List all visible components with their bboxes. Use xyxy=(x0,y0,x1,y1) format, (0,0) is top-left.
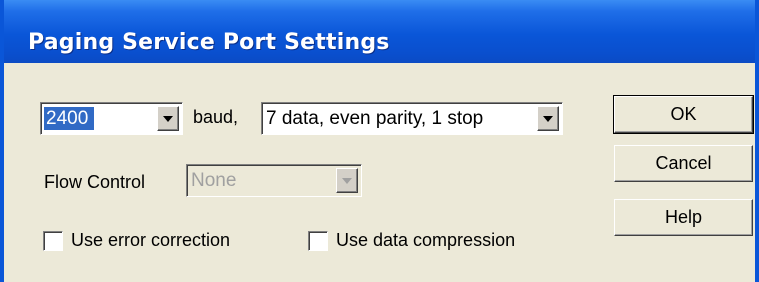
help-button[interactable]: Help xyxy=(614,199,753,236)
port-settings-dialog: Paging Service Port Settings 2400 baud, … xyxy=(0,0,759,282)
ok-button[interactable]: OK xyxy=(613,95,754,134)
chevron-down-icon xyxy=(336,168,358,193)
data-format-value: 7 data, even parity, 1 stop xyxy=(266,108,484,129)
error-correction-label[interactable]: Use error correction xyxy=(71,230,230,251)
title-bar[interactable]: Paging Service Port Settings xyxy=(4,0,755,63)
baud-rate-value: 2400 xyxy=(44,107,95,130)
error-correction-checkbox[interactable] xyxy=(43,231,63,251)
flow-control-label: Flow Control xyxy=(44,172,146,192)
cancel-button[interactable]: Cancel xyxy=(614,145,753,182)
chevron-down-icon[interactable] xyxy=(537,106,559,131)
baud-label: baud, xyxy=(193,107,239,127)
flow-control-combo[interactable]: None xyxy=(186,164,362,197)
data-compression-checkbox[interactable] xyxy=(308,231,328,251)
data-format-combo[interactable]: 7 data, even parity, 1 stop xyxy=(261,102,563,135)
dialog-title: Paging Service Port Settings xyxy=(28,30,390,55)
data-compression-label[interactable]: Use data compression xyxy=(336,230,515,251)
chevron-down-icon[interactable] xyxy=(157,106,179,131)
baud-rate-combo[interactable]: 2400 xyxy=(40,102,183,135)
flow-control-value: None xyxy=(191,170,237,191)
